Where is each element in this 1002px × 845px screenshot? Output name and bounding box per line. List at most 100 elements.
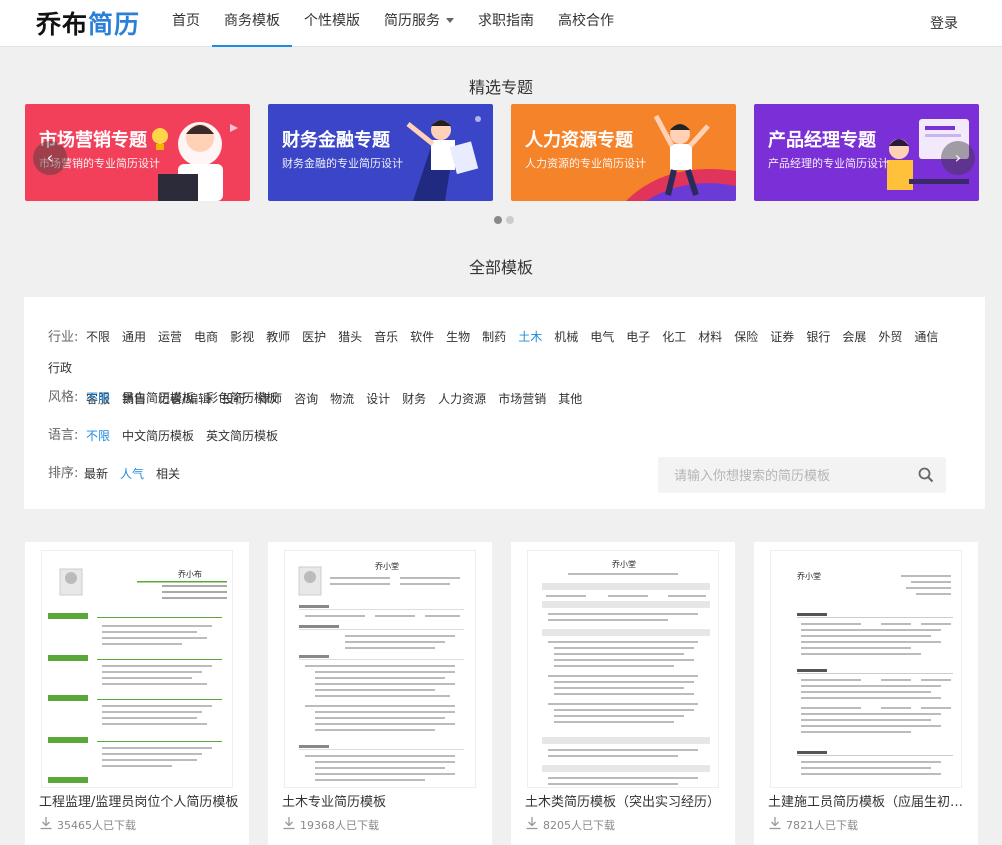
nav-item-resume-service-label: 简历服务 [384,13,440,29]
industry-option[interactable]: 外贸 [878,322,902,353]
banner-subtitle: 产品经理的专业简历设计 [768,157,889,170]
template-title[interactable]: 土木类简历模板（突出实习经历） [525,791,725,810]
carousel-dot[interactable] [494,216,502,224]
industry-option[interactable]: 运营 [158,322,182,353]
industry-option[interactable]: 电商 [194,322,218,353]
banner-title: 产品经理专题 [768,130,876,151]
industry-option[interactable]: 其他 [558,384,582,415]
template-title[interactable]: 土木专业简历模板 [282,791,482,810]
chevron-down-icon [446,18,454,23]
style-option[interactable]: 彩色简历模板 [206,389,278,407]
industry-option[interactable]: 物流 [330,384,354,415]
industry-option[interactable]: 设计 [366,384,390,415]
download-icon [525,816,539,833]
template-search-input[interactable] [658,457,908,493]
industry-option[interactable]: 猎头 [338,322,362,353]
nav-item-university[interactable]: 高校合作 [546,0,626,47]
banner-subtitle: 财务金融的专业简历设计 [282,157,403,170]
nav-item-home[interactable]: 首页 [160,0,212,47]
template-thumbnail[interactable]: 乔小堂 [527,550,719,788]
industry-option[interactable]: 保险 [734,322,758,353]
filter-label: 排序: [48,466,79,481]
banner-subtitle: 人力资源的专业简历设计 [525,157,646,170]
filter-label: 语言: [48,428,79,443]
style-option[interactable]: 不限 [86,389,110,407]
main-nav: 首页 商务模板 个性模版 简历服务 求职指南 高校合作 [160,0,626,47]
filter-label: 风格: [48,390,79,405]
nav-item-resume-service[interactable]: 简历服务 [372,0,466,47]
svg-text:乔小布: 乔小布 [178,569,202,579]
banner-hr[interactable]: 人力资源专题 人力资源的专业简历设计 [511,104,736,201]
carousel-next-button[interactable]: › [941,141,975,175]
template-title[interactable]: 工程监理/监理员岗位个人简历模板 [39,791,239,810]
industry-option[interactable]: 人力资源 [438,384,486,415]
industry-option[interactable]: 化工 [662,322,686,353]
industry-option[interactable]: 机械 [554,322,578,353]
banner-illustration-finance [406,116,481,201]
carousel-prev-button[interactable]: ‹ [33,141,67,175]
filter-label: 行业: [48,330,79,345]
template-card[interactable]: 乔小布 工程监理/监理员岗位个人简历模板 35465人已下载 [25,542,249,845]
template-card[interactable]: 乔小堂 土木专业简历模板 19368人已下载 [268,542,492,845]
banner-title: 人力资源专题 [525,130,633,151]
resume-preview-image: 乔小堂 [542,559,710,785]
download-count: 19368人已下载 [282,816,379,833]
sort-option[interactable]: 最新 [84,465,108,483]
banner-illustration-hr [626,114,736,201]
login-link[interactable]: 登录 [930,13,958,33]
industry-option[interactable]: 软件 [410,322,434,353]
nav-item-business-templates[interactable]: 商务模板 [212,0,292,47]
search-icon[interactable] [918,467,934,487]
resume-preview-image: 乔小堂 [298,561,464,781]
language-option[interactable]: 不限 [86,427,110,445]
industry-option[interactable]: 咨询 [294,384,318,415]
template-thumbnail[interactable]: 乔小布 [41,550,233,788]
language-option[interactable]: 英文简历模板 [206,427,278,445]
filter-language: 语言: 不限 中文简历模板 英文简历模板 [48,427,290,445]
industry-option[interactable]: 银行 [806,322,830,353]
download-count: 7821人已下载 [768,816,858,833]
filter-panel: 行业: 不限 通用 运营 电商 影视 教师 医护 猎头 音乐 软件 生物 制药 土木 机械 电气 电子 化工 材料… [24,297,985,509]
industry-option[interactable]: 土木 [518,322,542,353]
industry-option[interactable]: 医护 [302,322,326,353]
download-count: 35465人已下载 [39,816,136,833]
sort-option[interactable]: 相关 [156,465,180,483]
industry-option[interactable]: 会展 [842,322,866,353]
style-option[interactable]: 黑白简历模板 [122,389,194,407]
sort-option[interactable]: 人气 [120,465,144,483]
nav-item-job-guide[interactable]: 求职指南 [466,0,546,47]
template-card[interactable]: 乔小堂 土木类简历模板（突出实习经历） 8205人已下载 [511,542,735,845]
industry-option[interactable]: 影视 [230,322,254,353]
industry-option[interactable]: 教师 [266,322,290,353]
banner-title: 财务金融专题 [282,130,390,151]
industry-option[interactable]: 市场营销 [498,384,546,415]
industry-option[interactable]: 行政 [48,353,72,384]
industry-option[interactable]: 电子 [626,322,650,353]
carousel-dot[interactable] [506,216,514,224]
download-count-text: 35465人已下载 [57,818,136,832]
industry-option[interactable]: 生物 [446,322,470,353]
filter-style: 风格: 不限 黑白简历模板 彩色简历模板 [48,389,290,407]
filter-sort: 排序: 最新 人气 相关 [48,465,192,483]
site-logo[interactable]: 乔布 简历 [36,6,140,40]
template-title[interactable]: 土建施工员简历模板（应届生初级岗... [768,791,968,810]
featured-section-title: 精选专题 [468,78,533,97]
language-option[interactable]: 中文简历模板 [122,427,194,445]
template-search-box [658,457,946,493]
banner-finance[interactable]: 财务金融专题 财务金融的专业简历设计 [268,104,493,201]
template-card[interactable]: 乔小堂 土建施工员简历模板（应届生初级岗... 7821人已下载 [754,542,978,845]
industry-option[interactable]: 财务 [402,384,426,415]
industry-option[interactable]: 音乐 [374,322,398,353]
industry-option[interactable]: 证券 [770,322,794,353]
industry-option[interactable]: 通信 [914,322,938,353]
svg-text:乔小堂: 乔小堂 [797,571,821,581]
industry-option[interactable]: 通用 [122,322,146,353]
nav-item-personal-templates[interactable]: 个性模版 [292,0,372,47]
template-thumbnail[interactable]: 乔小堂 [284,550,476,788]
industry-option[interactable]: 制药 [482,322,506,353]
template-thumbnail[interactable]: 乔小堂 [770,550,962,788]
industry-option[interactable]: 材料 [698,322,722,353]
logo-text-black: 乔布 [36,10,89,39]
industry-option[interactable]: 不限 [86,322,110,353]
industry-option[interactable]: 电气 [590,322,614,353]
